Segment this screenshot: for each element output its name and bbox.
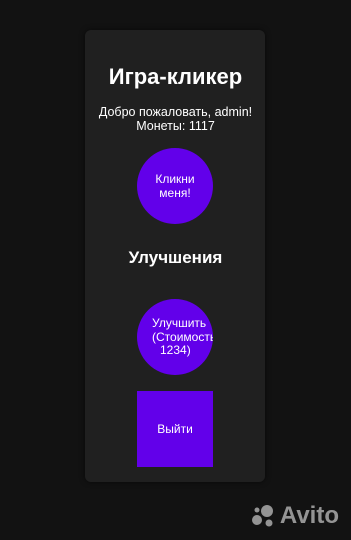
avito-wordmark: Avito — [279, 502, 339, 529]
avito-watermark: Avito — [250, 502, 339, 530]
click-me-label-line1: Кликни — [155, 172, 195, 186]
upgrade-label-line2: (Стоимость: — [152, 329, 213, 344]
click-me-label-line2: меня! — [159, 186, 191, 200]
upgrade-label-line3: 1234) — [160, 343, 191, 357]
coins-counter: Монеты: 1117 — [136, 119, 215, 133]
avito-logo-icon — [251, 505, 273, 527]
upgrade-label-line1: Улучшить — [152, 316, 207, 330]
upgrade-button[interactable]: Улучшить (Стоимость: 1234) — [137, 299, 213, 375]
upgrades-heading: Улучшения — [128, 248, 223, 267]
page-title: Игра-кликер — [108, 64, 243, 89]
page: Игра-кликер Добро пожаловать, admin! Мон… — [0, 0, 351, 540]
welcome-text: Добро пожаловать, admin! — [98, 105, 253, 119]
logout-button[interactable]: Выйти — [137, 391, 213, 467]
click-me-button[interactable]: Кликни меня! — [137, 148, 213, 224]
upgrade-label: Улучшить (Стоимость: 1234) — [152, 316, 213, 358]
click-me-label: Кликни меня! — [145, 172, 205, 200]
